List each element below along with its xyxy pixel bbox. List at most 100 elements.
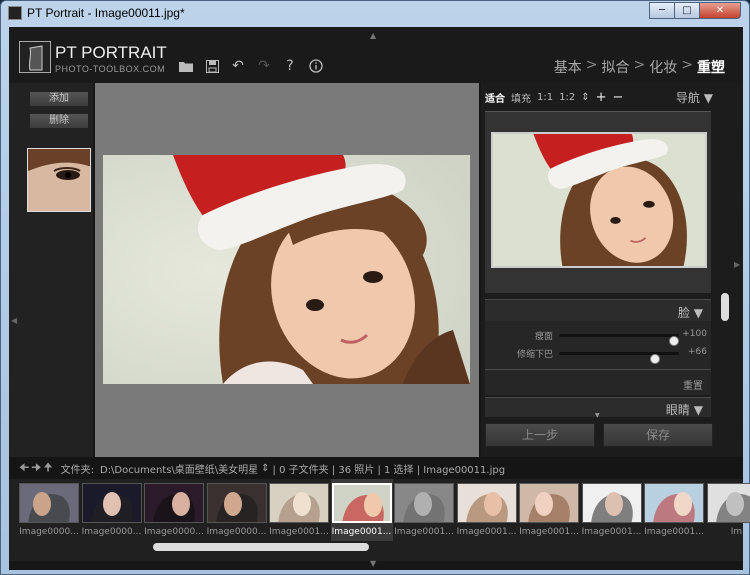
redo-icon[interactable]: ↷ xyxy=(255,57,273,75)
collapse-bottom-icon[interactable]: ▼ xyxy=(370,559,376,568)
collapse-left-icon[interactable]: ◀ xyxy=(11,316,17,325)
zoom-1-1[interactable]: 1:1 xyxy=(537,92,553,103)
slider-label: 修缩下巴 xyxy=(516,350,553,360)
filmstrip-thumbnail[interactable] xyxy=(581,483,642,523)
save-button[interactable]: 保存 xyxy=(603,423,713,447)
face-reset-row: 重置 xyxy=(485,369,711,395)
info-icon[interactable] xyxy=(307,57,325,75)
step-reshape[interactable]: 重塑 xyxy=(697,57,725,77)
header: ▲ PT PORTRAIT PHOTO-TOOLBOX.COM ↶ ↷ ? 基本… xyxy=(9,27,743,83)
save-icon[interactable] xyxy=(203,57,221,75)
filmstrip-thumbnail[interactable] xyxy=(644,483,704,523)
folder-dropdown-icon[interactable]: ⇕ xyxy=(261,463,269,474)
zoom-stepper-icon[interactable]: ⇕ xyxy=(581,92,589,103)
zoom-fit[interactable]: 适合 xyxy=(485,90,505,105)
zoom-in-icon[interactable]: + xyxy=(596,90,607,105)
folder-info: | 0 子文件夹 | 36 照片 | 1 选择 | Image00011.jpg xyxy=(272,464,506,476)
navigator-preview[interactable] xyxy=(491,132,707,268)
eyes-section-title-text: 眼睛 xyxy=(665,403,690,417)
folder-icon[interactable] xyxy=(177,57,195,75)
slider-track[interactable] xyxy=(559,352,679,364)
folder-label: 文件夹: xyxy=(60,464,94,476)
logo-title: PT PORTRAIT xyxy=(55,43,167,62)
filmstrip-thumbnail[interactable] xyxy=(269,483,329,523)
eyes-section-title: 眼睛 ▼ xyxy=(666,401,703,418)
file-browser-bar: 🠈 🠊 🠉 文件夹: D:\Documents\桌面壁纸\美女明星 ⇕ | 0 … xyxy=(9,457,743,479)
slider-value: +100 xyxy=(682,329,707,339)
slider-row-chin: 修缩下巴 +66 xyxy=(485,345,711,364)
step-fit[interactable]: 拟合 xyxy=(602,57,630,77)
slider-row-thin-face: 瘦面 +100 xyxy=(485,327,711,346)
filmstrip-thumbnail[interactable] xyxy=(456,483,517,523)
back-arrow-icon[interactable]: 🠈 xyxy=(19,459,29,478)
panel-scroll-down-icon[interactable]: ▼ xyxy=(595,412,600,419)
filmstrip-thumbnail[interactable] xyxy=(519,483,579,523)
settings-panel: 适合 填充 1:1 1:2 ⇕ + − 导航 ▼ 脸 ▼ 瘦面 +100 修缩下… xyxy=(481,83,743,457)
folder-navigation: 🠈 🠊 🠉 xyxy=(19,459,53,478)
filmstrip-thumbnail[interactable] xyxy=(81,483,142,523)
slider-label: 瘦面 xyxy=(534,332,553,342)
collapse-right-icon[interactable]: ▶ xyxy=(734,260,740,269)
breadcrumb-separator: > xyxy=(681,57,693,73)
face-section-header[interactable]: 脸 ▼ xyxy=(485,299,711,321)
chevron-down-icon: ▼ xyxy=(693,306,703,320)
breadcrumb-separator: > xyxy=(633,57,646,73)
filmstrip-label: Image0000... xyxy=(19,527,79,537)
logo-subtitle: PHOTO-TOOLBOX.COM xyxy=(55,64,166,74)
maximize-icon[interactable]: □ xyxy=(674,2,700,19)
face-section-title: 脸 ▼ xyxy=(678,304,703,321)
filmstrip-thumbnail[interactable] xyxy=(706,483,750,523)
filmstrip-label: Image0001... xyxy=(644,527,704,537)
slider-value: +66 xyxy=(688,347,707,357)
filmstrip-label: Image0000... xyxy=(144,527,204,537)
navigator-title[interactable]: 导航 ▼ xyxy=(676,89,713,106)
panel-scrollbar[interactable] xyxy=(721,293,729,321)
filmstrip-thumbnail[interactable] xyxy=(206,483,267,523)
window-controls: ─ □ ✕ xyxy=(649,2,741,19)
action-buttons: 上一步 保存 xyxy=(485,423,713,447)
filmstrip-thumbnail[interactable] xyxy=(144,483,204,523)
chevron-down-icon: ▼ xyxy=(703,91,713,105)
breadcrumb-separator: > xyxy=(585,57,598,73)
filmstrip-label: Image0000... xyxy=(81,527,142,537)
previous-step-button[interactable]: 上一步 xyxy=(485,423,595,447)
app-body: ▲ PT PORTRAIT PHOTO-TOOLBOX.COM ↶ ↷ ? 基本… xyxy=(9,27,750,570)
navigator-title-text: 导航 xyxy=(675,91,700,105)
face-sliders: 瘦面 +100 修缩下巴 +66 xyxy=(485,321,711,369)
main-photo[interactable] xyxy=(103,155,470,384)
minimize-icon[interactable]: ─ xyxy=(649,2,675,19)
title-bar[interactable]: PT Portrait - Image00011.jpg* ─ □ ✕ xyxy=(1,1,749,27)
slider-track[interactable] xyxy=(559,334,679,346)
step-makeup[interactable]: 化妆 xyxy=(649,57,677,77)
folder-path[interactable]: D:\Documents\桌面壁纸\美女明星 xyxy=(100,461,258,476)
filmstrip-label: Image0000... xyxy=(206,527,267,537)
step-basic[interactable]: 基本 xyxy=(554,57,582,77)
slider-knob[interactable] xyxy=(649,354,660,364)
reset-button[interactable]: 重置 xyxy=(683,377,703,392)
face-list-panel: 添加 删除 ◀ xyxy=(9,83,93,457)
filmstrip-label: Image0001... xyxy=(519,527,579,537)
delete-button[interactable]: 删除 xyxy=(29,113,89,129)
close-icon[interactable]: ✕ xyxy=(699,2,741,19)
window-title: PT Portrait - Image00011.jpg* xyxy=(27,6,185,20)
up-arrow-icon[interactable]: 🠉 xyxy=(43,459,52,478)
app-icon xyxy=(8,6,22,20)
zoom-1-2[interactable]: 1:2 xyxy=(559,92,575,103)
face-thumbnail[interactable] xyxy=(27,148,91,212)
zoom-out-icon[interactable]: − xyxy=(612,90,623,105)
filmstrip-scrollbar[interactable] xyxy=(153,543,369,551)
filmstrip-label: Image0001... xyxy=(581,527,642,537)
filmstrip-label: Im xyxy=(730,527,743,537)
app-window: PT Portrait - Image00011.jpg* ─ □ ✕ ▲ PT… xyxy=(0,0,750,575)
toolbar: ↶ ↷ ? xyxy=(177,57,325,75)
help-icon[interactable]: ? xyxy=(281,57,299,75)
forward-arrow-icon[interactable]: 🠊 xyxy=(31,459,41,478)
filmstrip-thumbnail[interactable] xyxy=(394,483,454,523)
filmstrip-thumbnail[interactable] xyxy=(19,483,79,523)
zoom-fill[interactable]: 填充 xyxy=(511,90,531,105)
undo-icon[interactable]: ↶ xyxy=(229,57,247,75)
photo-canvas[interactable] xyxy=(95,83,479,457)
collapse-top-icon[interactable]: ▲ xyxy=(370,31,376,40)
add-button[interactable]: 添加 xyxy=(29,91,89,107)
filmstrip-thumbnail[interactable] xyxy=(331,483,392,523)
